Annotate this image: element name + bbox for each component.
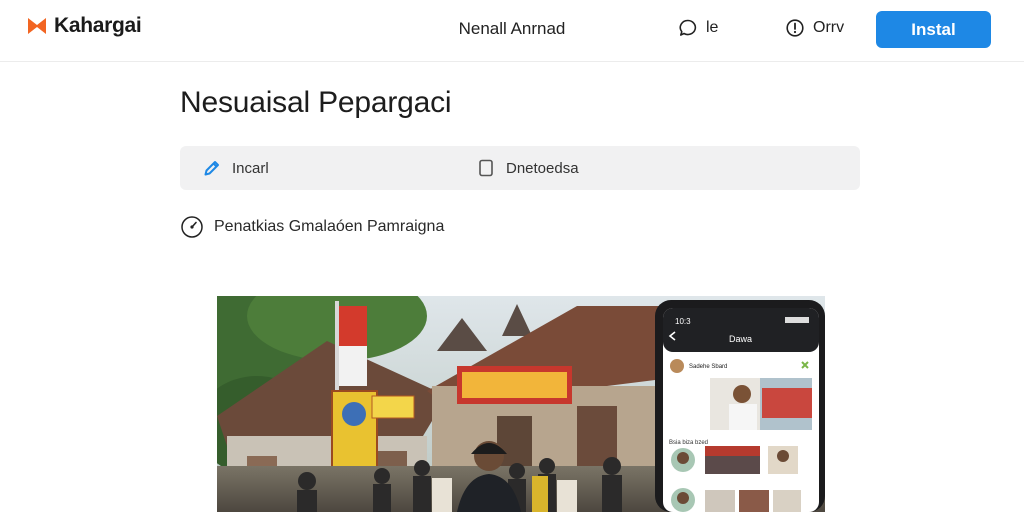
toolbar-item-label: Dnetoedsa bbox=[506, 159, 579, 177]
nav-item-le[interactable]: le bbox=[678, 18, 718, 38]
info-text: Penatkias Gmalaóen Pamraigna bbox=[214, 218, 445, 235]
install-button[interactable]: Instal bbox=[876, 11, 991, 48]
info-circle-icon bbox=[786, 19, 804, 37]
phone-post-user: Sadehe Sbard bbox=[689, 364, 727, 370]
chat-bubble-icon bbox=[679, 19, 697, 36]
nav-item-orrv[interactable]: Orrv bbox=[785, 18, 844, 38]
page-title: Nesuaisal Pepargaci bbox=[180, 86, 452, 119]
action-toolbar: Incarl Dnetoedsa bbox=[180, 146, 860, 190]
pencil-icon bbox=[204, 161, 219, 176]
compass-icon bbox=[181, 216, 203, 238]
toolbar-item-edit[interactable]: Incarl bbox=[202, 158, 269, 178]
document-icon bbox=[479, 159, 493, 177]
info-line: Penatkias Gmalaóen Pamraigna bbox=[180, 215, 444, 239]
village-gathering-photo: 10:3 Dawa Sadehe Sbard Bsia biza bzed bbox=[217, 296, 825, 512]
phone-screen-title: Dawa bbox=[729, 334, 752, 344]
brand-name: Kahargai bbox=[54, 14, 142, 37]
phone-mockup: 10:3 Dawa Sadehe Sbard Bsia biza bzed bbox=[655, 300, 825, 512]
brand-logo[interactable]: Kahargai bbox=[26, 14, 142, 38]
header-center-title: Nenall Anrnad bbox=[458, 19, 566, 38]
phone-list-label: Bsia biza bzed bbox=[669, 440, 708, 446]
phone-status-time: 10:3 bbox=[675, 317, 691, 326]
top-bar: Kahargai Nenall Anrnad le Orrv Instal bbox=[0, 0, 1024, 62]
nav-item-label: le bbox=[706, 19, 719, 36]
brand-mark-icon bbox=[28, 18, 46, 34]
nav-item-label: Orrv bbox=[813, 19, 845, 36]
hero-image: 10:3 Dawa Sadehe Sbard Bsia biza bzed bbox=[217, 296, 825, 512]
toolbar-item-document[interactable]: Dnetoedsa bbox=[476, 158, 579, 178]
toolbar-item-label: Incarl bbox=[232, 159, 269, 177]
